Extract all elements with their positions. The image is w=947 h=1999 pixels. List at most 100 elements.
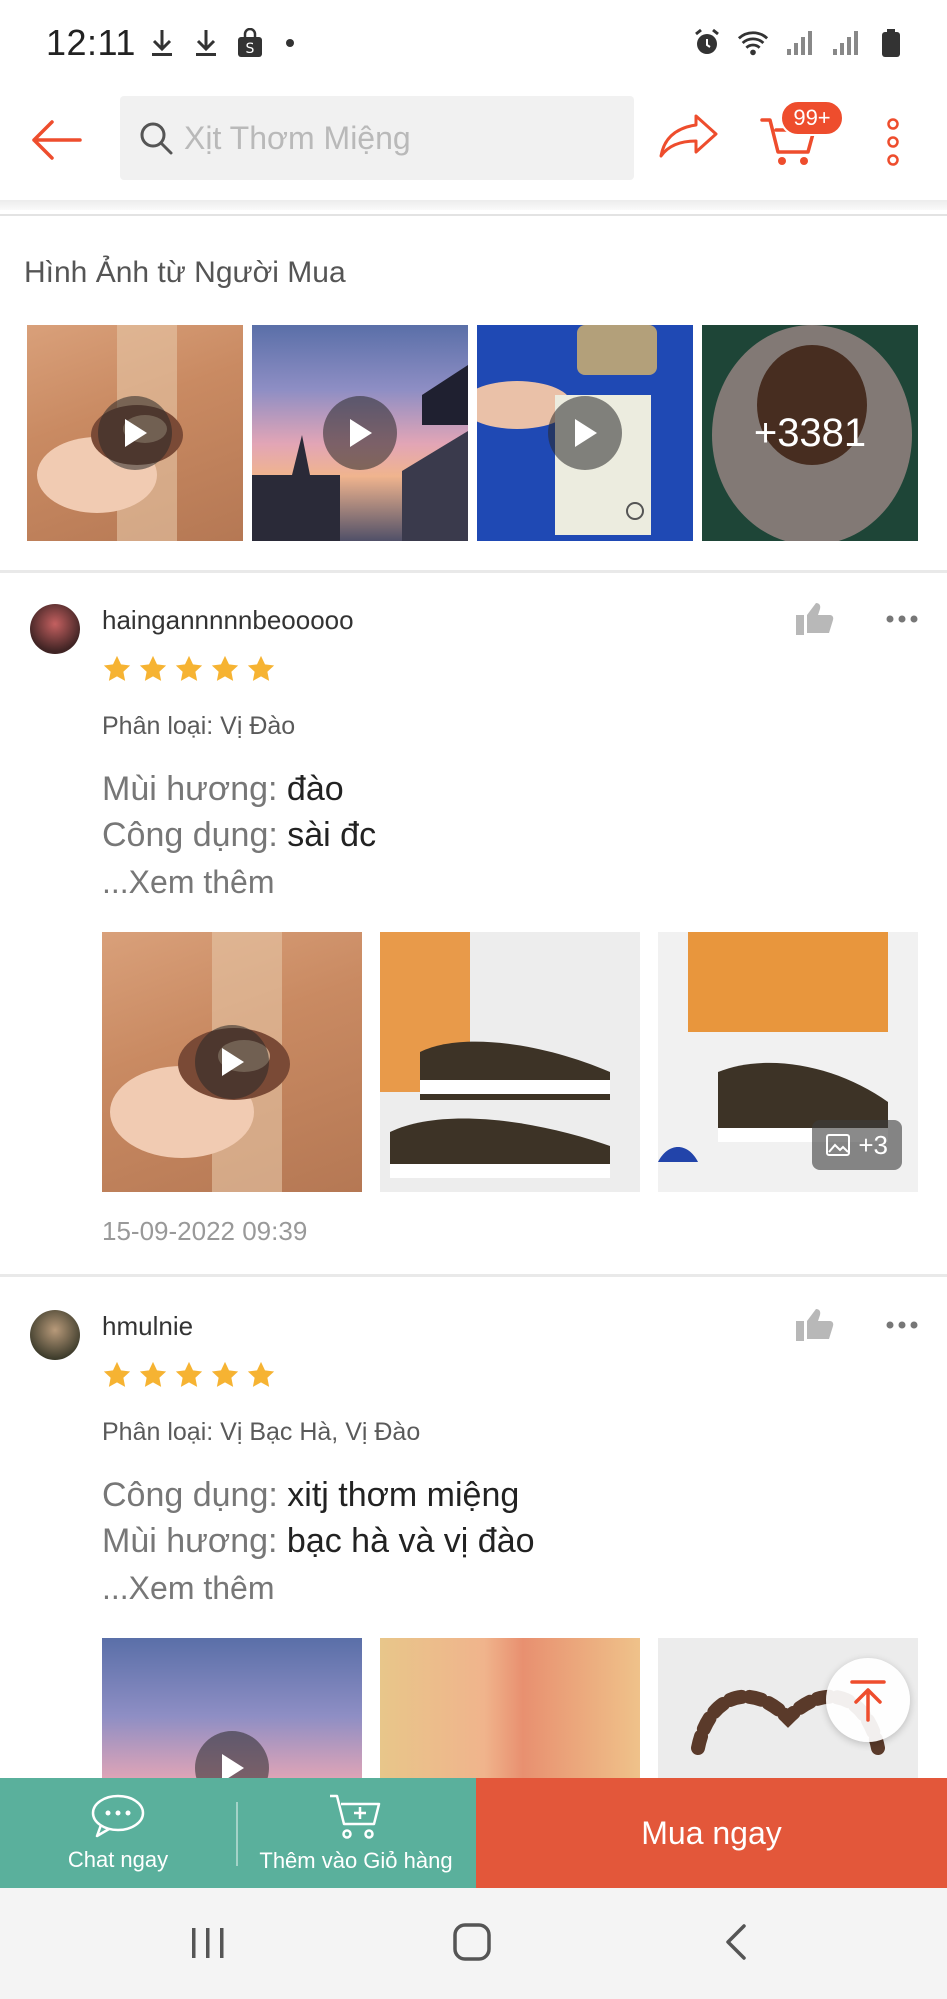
arrow-up-to-top-icon — [850, 1680, 886, 1722]
section-divider — [0, 570, 947, 573]
review-image-thumbnail[interactable] — [380, 932, 640, 1192]
app-bar-shadow — [0, 200, 947, 210]
chat-now-label: Chat ngay — [67, 1847, 169, 1872]
review-video-thumbnail[interactable] — [102, 932, 362, 1192]
star-icon — [211, 1361, 239, 1387]
buy-now-button[interactable]: Mua ngay — [476, 1778, 947, 1888]
avatar[interactable] — [30, 604, 80, 654]
more-vertical-icon — [887, 118, 899, 166]
review-text-line: Mùi hương: đào — [102, 770, 344, 809]
search-input[interactable]: Xịt Thơm Miệng — [120, 96, 634, 180]
system-navigation-bar — [0, 1888, 947, 1999]
buyer-photos-title: Hình Ảnh từ Người Mua — [24, 256, 346, 289]
star-icon — [247, 655, 275, 681]
like-button[interactable] — [794, 1307, 834, 1347]
thumbs-up-icon — [796, 1309, 834, 1341]
status-bar: 12:11 S — [0, 0, 947, 88]
review-variant: Phân loại: Vị Đào — [102, 712, 296, 740]
star-icon — [139, 1361, 167, 1387]
more-options-button[interactable] — [880, 116, 906, 168]
chat-icon — [91, 1794, 145, 1838]
review-image-thumbnail[interactable]: +3 — [658, 932, 918, 1192]
star-icon — [103, 655, 131, 681]
status-time: 12:11 — [46, 22, 136, 63]
star-icon — [139, 655, 167, 681]
thumbs-up-icon — [796, 603, 834, 635]
review-text-line: Công dụng: sài đc — [102, 816, 376, 855]
home-button[interactable] — [452, 1922, 492, 1962]
review-field-label: Mùi hương: — [102, 1522, 278, 1560]
chevron-left-icon — [726, 1924, 746, 1960]
search-icon — [140, 122, 173, 155]
battery-icon — [875, 26, 907, 60]
review-username[interactable]: haingannnnnbeooooo — [102, 605, 354, 636]
avatar[interactable] — [30, 1310, 80, 1360]
play-icon — [548, 396, 622, 470]
star-icon — [211, 655, 239, 681]
review-field-value: sài đc — [287, 816, 377, 854]
signal-icon — [829, 26, 861, 60]
buyer-photos-row: +3381 — [27, 325, 918, 541]
cart-badge: 99+ — [780, 100, 844, 136]
status-system-icons — [691, 26, 907, 60]
review-field-value: xitj thơm miệng — [287, 1476, 520, 1514]
play-icon — [98, 396, 172, 470]
buyer-photo-video-thumbnail[interactable] — [27, 325, 243, 541]
bottom-action-bar: Chat ngay Thêm vào Giỏ hàng Mua ngay — [0, 1778, 947, 1888]
more-photos-count: +3381 — [702, 325, 918, 541]
review-image-thumbnail[interactable] — [380, 1638, 640, 1778]
back-arrow-icon — [32, 120, 82, 160]
download-icon — [190, 26, 222, 60]
more-horizontal-icon — [886, 615, 918, 623]
play-icon — [195, 1731, 269, 1778]
share-icon — [659, 114, 718, 158]
image-count: +3 — [858, 1129, 888, 1160]
play-icon — [323, 396, 397, 470]
review-field-value: đào — [286, 770, 344, 808]
star-icon — [247, 1361, 275, 1387]
like-button[interactable] — [794, 601, 834, 641]
chat-now-button[interactable]: Chat ngay — [0, 1778, 236, 1888]
share-button[interactable] — [658, 110, 720, 170]
review-date: 15-09-2022 09:39 — [102, 1216, 308, 1246]
star-rating — [102, 1360, 276, 1390]
review-field-value: bạc hà và vị đào — [286, 1522, 535, 1560]
download-icon — [146, 26, 178, 60]
top-app-bar: Xịt Thơm Miệng 99+ — [0, 88, 947, 200]
divider — [236, 1802, 238, 1866]
buyer-photo-more-thumbnail[interactable]: +3381 — [702, 325, 918, 541]
search-placeholder: Xịt Thơm Miệng — [184, 119, 411, 156]
see-more-link[interactable]: ...Xem thêm — [102, 1570, 275, 1607]
system-back-button[interactable] — [720, 1922, 754, 1962]
recent-apps-icon — [192, 1928, 224, 1958]
back-button[interactable] — [26, 110, 86, 170]
add-to-cart-icon — [330, 1794, 381, 1839]
review-field-label: Mùi hương: — [102, 770, 278, 808]
sneakers-image — [380, 932, 610, 1178]
review-text-line: Mùi hương: bạc hà và vị đào — [102, 1522, 535, 1561]
wifi-icon — [737, 26, 769, 60]
scroll-to-top-button[interactable] — [826, 1658, 910, 1742]
review-text-line: Công dụng: xitj thơm miệng — [102, 1476, 519, 1515]
image-count-badge: +3 — [812, 1120, 902, 1170]
section-divider — [0, 1274, 947, 1277]
recent-apps-button[interactable] — [188, 1926, 228, 1960]
add-to-cart-button[interactable]: Thêm vào Giỏ hàng — [236, 1778, 476, 1888]
review-video-thumbnail[interactable] — [102, 1638, 362, 1778]
shopping-bag-icon: S — [234, 26, 266, 60]
star-icon — [103, 1361, 131, 1387]
see-more-link[interactable]: ...Xem thêm — [102, 864, 275, 901]
signal-icon — [783, 26, 815, 60]
review-media-row — [102, 1638, 918, 1778]
review-more-button[interactable] — [886, 1318, 918, 1330]
review-more-button[interactable] — [886, 612, 918, 624]
play-icon — [195, 1025, 269, 1099]
star-icon — [175, 655, 203, 681]
review-username[interactable]: hmulnie — [102, 1311, 193, 1342]
review-field-label: Công dụng: — [102, 1476, 278, 1514]
add-to-cart-label: Thêm vào Giỏ hàng — [259, 1848, 453, 1873]
buyer-photo-video-thumbnail[interactable] — [252, 325, 468, 541]
svg-text:S: S — [246, 41, 255, 57]
home-icon — [453, 1923, 491, 1961]
buyer-photo-video-thumbnail[interactable] — [477, 325, 693, 541]
